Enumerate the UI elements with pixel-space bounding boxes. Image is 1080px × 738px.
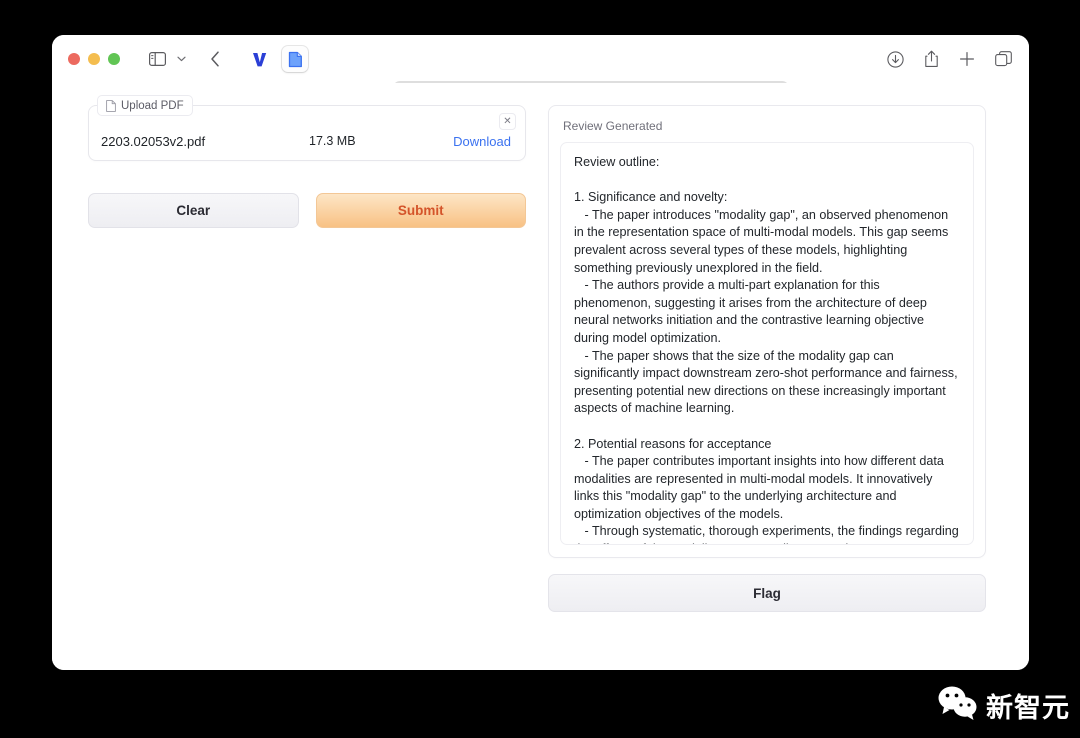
toolbar-right-group [883, 45, 1015, 73]
file-size: 17.3 MB [309, 134, 356, 148]
clear-button[interactable]: Clear [88, 193, 299, 228]
wechat-icon [937, 685, 979, 726]
close-window-button[interactable] [68, 53, 80, 65]
upload-pdf-label: Upload PDF [121, 99, 184, 112]
toolbar-left-group [68, 45, 308, 73]
sidebar-toggle-group[interactable] [142, 45, 190, 73]
submit-button[interactable]: Submit [315, 193, 526, 228]
review-text: Review outline: 1. Significance and nove… [574, 155, 959, 544]
review-panel-label: Review Generated [563, 119, 663, 133]
tab-favicon-document[interactable] [282, 46, 308, 72]
window-traffic-lights[interactable] [68, 53, 120, 65]
two-column-layout: Upload PDF ✕ 2203.02053v2.pdf 17.3 MB Do… [88, 95, 993, 612]
download-icon[interactable] [883, 45, 907, 73]
sidebar-icon[interactable] [142, 45, 172, 73]
file-icon [106, 99, 116, 112]
wechat-watermark: 新智元 [937, 685, 1070, 726]
pdf-upload-block[interactable]: Upload PDF ✕ 2203.02053v2.pdf 17.3 MB Do… [88, 95, 526, 161]
new-tab-plus-icon[interactable] [955, 45, 979, 73]
minimize-window-button[interactable] [88, 53, 100, 65]
watermark-text: 新智元 [986, 693, 1070, 724]
flag-button[interactable]: Flag [548, 574, 986, 612]
browser-toolbar: Not Secure — ••• [52, 35, 1029, 107]
chevron-down-icon[interactable] [172, 45, 190, 73]
tab-overview-icon[interactable] [991, 45, 1015, 73]
review-generated-panel: Review Generated Review outline: 1. Sign… [548, 105, 986, 558]
file-name: 2203.02053v2.pdf [101, 133, 206, 149]
left-column: Upload PDF ✕ 2203.02053v2.pdf 17.3 MB Do… [88, 95, 526, 228]
right-column: Review Generated Review outline: 1. Sign… [548, 105, 986, 612]
uploaded-file-row: 2203.02053v2.pdf 17.3 MB Download [89, 114, 525, 168]
download-link[interactable]: Download [453, 134, 511, 149]
browser-window: Not Secure — ••• [52, 35, 1029, 670]
review-text-box[interactable]: Review outline: 1. Significance and nove… [560, 142, 974, 545]
upload-pdf-tab[interactable]: Upload PDF [97, 95, 193, 116]
tab-favicon-v[interactable] [246, 46, 272, 72]
back-chevron-icon[interactable] [200, 45, 230, 73]
share-icon[interactable] [919, 45, 943, 73]
page-content: Upload PDF ✕ 2203.02053v2.pdf 17.3 MB Do… [52, 83, 1029, 670]
maximize-window-button[interactable] [108, 53, 120, 65]
clear-file-icon[interactable]: ✕ [499, 113, 516, 130]
action-button-row: Clear Submit [88, 193, 526, 228]
